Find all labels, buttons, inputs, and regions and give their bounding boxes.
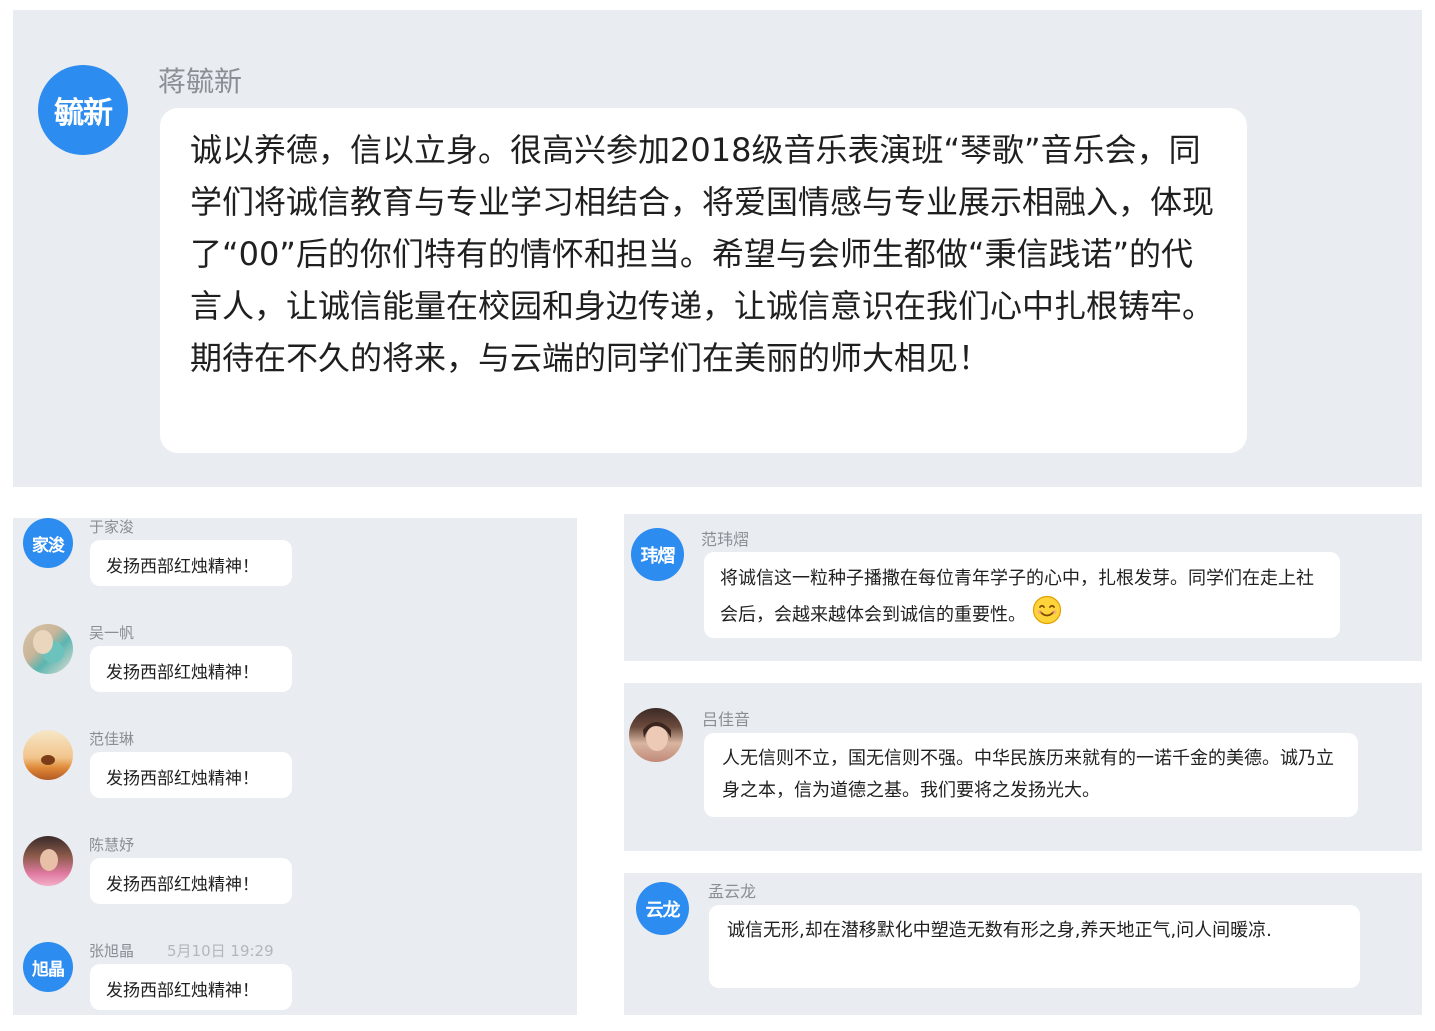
comment-avatar[interactable]: 家浚	[23, 518, 73, 568]
right-comment-panel-1: 玮熠 范玮熠 将诚信这一粒种子播撒在每位青年学子的心中，扎根发芽。同学们在走上社…	[624, 514, 1422, 661]
left-comments-panel: 家浚 于家浚 发扬西部红烛精神！ 吴一帆 发扬西部红烛精神！ 范佳琳 发扬西部红…	[13, 518, 577, 1015]
comment-username[interactable]: 孟云龙	[708, 878, 756, 902]
comment-text: 发扬西部红烛精神！	[106, 663, 259, 683]
comment-text: 将诚信这一粒种子播撒在每位青年学子的心中，扎根发芽。同学们在走上社会后，会越来越…	[720, 568, 1314, 626]
comment-username[interactable]: 吕佳音	[702, 706, 750, 730]
avatar-text: 旭晶	[32, 959, 65, 980]
comment-avatar[interactable]: 旭晶	[23, 942, 73, 992]
portrait-photo-avatar[interactable]	[23, 836, 73, 886]
comment-bubble: 发扬西部红烛精神！	[90, 752, 292, 798]
comment-text: 发扬西部红烛精神！	[106, 875, 259, 895]
main-message-text: 诚以养德，信以立身。很高兴参加2018级音乐表演班“琴歌”音乐会，同学们将诚信教…	[190, 131, 1215, 377]
main-avatar[interactable]: 毓新	[38, 65, 128, 155]
comment-text: 发扬西部红烛精神！	[106, 981, 259, 1001]
main-post-panel: 毓新 蒋毓新 诚以养德，信以立身。很高兴参加2018级音乐表演班“琴歌”音乐会，…	[13, 10, 1422, 487]
right-comment-panel-2: 吕佳音 人无信则不立，国无信则不强。中华民族历来就有的一诺千金的美德。诚乃立身之…	[624, 683, 1422, 851]
comment-text: 发扬西部红烛精神！	[106, 557, 259, 577]
comment-bubble: 发扬西部红烛精神！	[90, 964, 292, 1010]
comment-text: 发扬西部红烛精神！	[106, 769, 259, 789]
masked-person-photo-avatar[interactable]	[23, 624, 73, 674]
avatar-text: 玮熠	[640, 545, 676, 567]
comment-bubble: 诚信无形,却在潜移默化中塑造无数有形之身,养天地正气,问人间暖凉.	[709, 905, 1360, 988]
comment-timestamp: 5月10日 19:29	[167, 942, 274, 960]
comment-username[interactable]: 于家浚	[89, 516, 134, 537]
comment-bubble: 人无信则不立，国无信则不强。中华民族历来就有的一诺千金的美德。诚乃立身之本，信为…	[704, 733, 1358, 817]
avatar-text: 家浚	[32, 535, 65, 556]
comment-bubble: 发扬西部红烛精神！	[90, 540, 292, 586]
comment-bubble: 将诚信这一粒种子播撒在每位青年学子的心中，扎根发芽。同学们在走上社会后，会越来越…	[704, 552, 1340, 638]
comment-text: 人无信则不立，国无信则不强。中华民族历来就有的一诺千金的美德。诚乃立身之本，信为…	[722, 748, 1334, 801]
comment-username[interactable]: 张旭晶	[89, 940, 134, 961]
comment-bubble: 发扬西部红烛精神！	[90, 646, 292, 692]
comment-avatar[interactable]: 云龙	[636, 882, 689, 935]
girl-photo-avatar[interactable]	[629, 708, 683, 762]
right-comment-panel-3: 云龙 孟云龙 诚信无形,却在潜移默化中塑造无数有形之身,养天地正气,问人间暖凉.	[624, 873, 1422, 1015]
comment-username[interactable]: 范玮熠	[701, 526, 749, 550]
sunset-cat-photo-avatar[interactable]	[23, 730, 73, 780]
main-username[interactable]: 蒋毓新	[158, 60, 242, 100]
main-avatar-text: 毓新	[54, 96, 113, 131]
comment-username[interactable]: 吴一帆	[89, 622, 134, 643]
avatar-text: 云龙	[645, 899, 681, 921]
comment-username[interactable]: 范佳琳	[89, 728, 134, 749]
comment-username[interactable]: 陈慧妤	[89, 834, 134, 855]
comment-bubble: 发扬西部红烛精神！	[90, 858, 292, 904]
comment-text: 诚信无形,却在潜移默化中塑造无数有形之身,养天地正气,问人间暖凉.	[727, 920, 1272, 941]
comment-avatar[interactable]: 玮熠	[631, 528, 684, 581]
main-message-bubble: 诚以养德，信以立身。很高兴参加2018级音乐表演班“琴歌”音乐会，同学们将诚信教…	[160, 108, 1247, 453]
smile-emoji-icon	[1032, 595, 1062, 636]
